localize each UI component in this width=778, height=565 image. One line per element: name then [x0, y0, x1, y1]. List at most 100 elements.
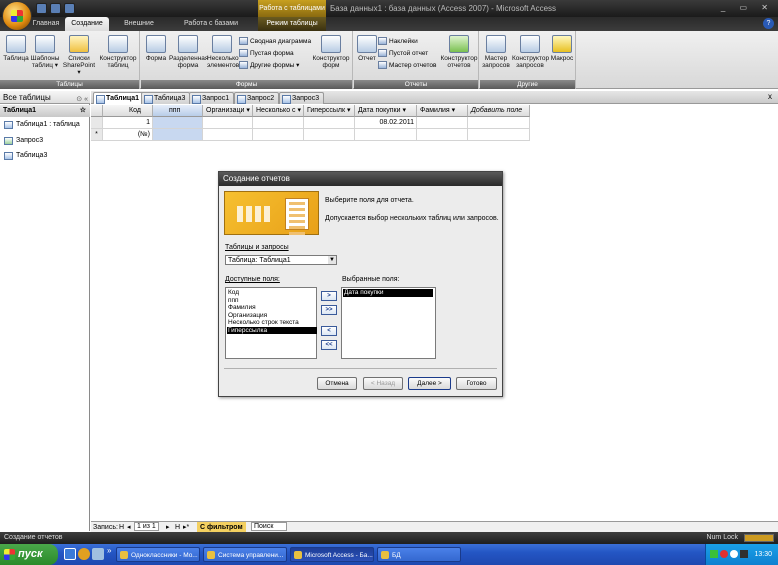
network-icon[interactable]	[740, 550, 748, 558]
list-item-selected[interactable]: Гиперссылка	[227, 326, 317, 334]
window-controls[interactable]: _ ▭ ✕	[721, 3, 774, 12]
table-design-button[interactable]: Конструктор таблиц	[98, 35, 138, 69]
report-wizard-button[interactable]: Мастер отчетов	[378, 61, 437, 69]
table-cell[interactable]	[153, 117, 203, 129]
volume-icon[interactable]	[730, 550, 738, 558]
taskbar-overflow[interactable]: »	[107, 546, 111, 555]
doc-tab-table1[interactable]: Таблица1	[93, 92, 145, 104]
table-templates-button[interactable]: Шаблоны таблиц ▾	[30, 35, 60, 69]
column-header-hyperlink[interactable]: Гиперссылк ▾	[304, 105, 355, 117]
sharepoint-lists-button[interactable]: Списки SharePoint ▾	[62, 35, 96, 76]
office-button[interactable]	[2, 1, 32, 31]
move-all-left-button[interactable]: <<	[321, 340, 337, 350]
list-item[interactable]: Фамилия	[227, 304, 317, 312]
move-one-left-button[interactable]: <	[321, 326, 337, 336]
doc-tab-table3[interactable]: Таблица3	[141, 92, 191, 104]
quick-launch-icon[interactable]	[64, 548, 76, 560]
table-cell[interactable]: 1	[103, 117, 153, 129]
tab-database-tools[interactable]: Работа с базами данных	[171, 17, 251, 41]
nav-group-header[interactable]: Таблица1 ☆	[0, 105, 90, 117]
list-item[interactable]: Код	[227, 289, 317, 297]
query-wizard-button[interactable]: Мастер запросов	[482, 35, 510, 69]
table-cell[interactable]	[153, 129, 203, 141]
nav-item-table3[interactable]: Таблица3	[4, 150, 47, 162]
tray-icon[interactable]	[710, 550, 718, 558]
blank-report-button[interactable]: Пустой отчет	[378, 49, 428, 57]
new-row-marker[interactable]: *	[91, 129, 103, 141]
table-cell[interactable]	[417, 129, 468, 141]
taskbar-button-odnoklassniki[interactable]: Одноклассники - Мо...	[116, 547, 200, 562]
selected-fields-list[interactable]: Дата покупки	[341, 287, 436, 359]
select-all-corner[interactable]	[91, 105, 103, 117]
quick-launch-icon[interactable]	[92, 548, 104, 560]
column-header-purchase-date[interactable]: Дата покупки ▾	[355, 105, 417, 117]
help-icon[interactable]: ?	[763, 18, 774, 29]
multiple-items-button[interactable]: Несколько элементов	[207, 35, 239, 69]
tab-create[interactable]: Создание	[65, 17, 109, 31]
column-header-add-field[interactable]: Добавить поле	[468, 105, 530, 117]
tables-queries-select[interactable]: Таблица: Таблица1	[225, 255, 337, 265]
doc-tab-query1[interactable]: Запрос1	[189, 92, 235, 104]
nav-item-query3[interactable]: Запрос3	[4, 135, 43, 147]
table-cell[interactable]: 08.02.2011	[355, 117, 417, 129]
query-design-button[interactable]: Конструктор запросов	[512, 35, 549, 69]
tab-external-data[interactable]: Внешние данные	[111, 17, 167, 41]
table-cell[interactable]	[203, 117, 253, 129]
more-forms-button[interactable]: Другие формы ▾	[239, 61, 299, 69]
next-button[interactable]: Далее >	[408, 377, 451, 390]
search-box[interactable]: Поиск	[251, 522, 287, 531]
list-item[interactable]: Организация	[227, 312, 317, 320]
table-cell[interactable]	[468, 117, 530, 129]
table-cell[interactable]	[468, 129, 530, 141]
table-cell[interactable]	[355, 129, 417, 141]
table-cell[interactable]	[253, 117, 304, 129]
taskbar-button-bd[interactable]: БД	[377, 547, 461, 562]
save-icon[interactable]	[36, 3, 47, 14]
doc-tab-query3[interactable]: Запрос3	[279, 92, 325, 104]
quick-launch-icon[interactable]	[78, 548, 90, 560]
tab-home[interactable]: Главная	[28, 17, 64, 31]
table-cell[interactable]	[203, 129, 253, 141]
back-button[interactable]: < Назад	[363, 377, 403, 390]
table-button[interactable]: Таблица	[2, 35, 30, 62]
report-design-button[interactable]: Конструктор отчетов	[440, 35, 478, 69]
report-button[interactable]: Отчет	[356, 35, 378, 62]
cancel-button[interactable]: Отмена	[317, 377, 357, 390]
table-cell[interactable]	[304, 129, 355, 141]
available-fields-list[interactable]: Код ппп Фамилия Организация Несколько ст…	[225, 287, 317, 359]
column-header-organization[interactable]: Организаци ▾	[203, 105, 253, 117]
table-cell[interactable]	[304, 117, 355, 129]
undo-icon[interactable]	[50, 3, 61, 14]
redo-icon[interactable]	[64, 3, 75, 14]
view-switcher[interactable]	[744, 534, 774, 542]
blank-form-button[interactable]: Пустая форма	[239, 49, 294, 57]
macro-button[interactable]: Макрос	[550, 35, 574, 62]
table-cell[interactable]	[417, 117, 468, 129]
column-header-kod[interactable]: Код	[103, 105, 153, 117]
form-design-button[interactable]: Конструктор форм	[311, 35, 351, 69]
close-document-icon[interactable]: x	[768, 92, 772, 101]
pivot-chart-button[interactable]: Сводная диаграмма	[239, 37, 311, 45]
split-form-button[interactable]: Разделенная форма	[169, 35, 208, 69]
table-cell[interactable]	[253, 129, 304, 141]
form-button[interactable]: Форма	[144, 35, 168, 62]
nav-item-table1[interactable]: Таблица1 : таблица	[4, 119, 80, 131]
column-header-ppp[interactable]: ппп	[153, 105, 203, 117]
record-position[interactable]: 1 из 1	[134, 522, 159, 531]
table-cell[interactable]: (№)	[103, 129, 153, 141]
tray-icon[interactable]	[720, 550, 728, 558]
list-item[interactable]: Несколько строк текста	[227, 319, 317, 327]
move-one-right-button[interactable]: >	[321, 291, 337, 301]
move-all-right-button[interactable]: >>	[321, 305, 337, 315]
tab-datasheet[interactable]: Режим таблицы	[258, 17, 326, 31]
labels-button[interactable]: Наклейки	[378, 37, 418, 45]
row-selector[interactable]	[91, 117, 103, 129]
collapse-icon[interactable]: ☆	[80, 105, 86, 117]
list-item[interactable]: ппп	[227, 297, 317, 305]
nav-pane-header[interactable]: Все таблицы ⊙ «	[0, 91, 90, 104]
column-header-surname[interactable]: Фамилия ▾	[417, 105, 468, 117]
taskbar-button-access[interactable]: Microsoft Access - Ба...	[290, 547, 374, 562]
doc-tab-query2[interactable]: Запрос2	[234, 92, 280, 104]
chevron-down-icon[interactable]: ▼	[328, 256, 336, 264]
taskbar-button-dbms[interactable]: Система управлени...	[203, 547, 287, 562]
